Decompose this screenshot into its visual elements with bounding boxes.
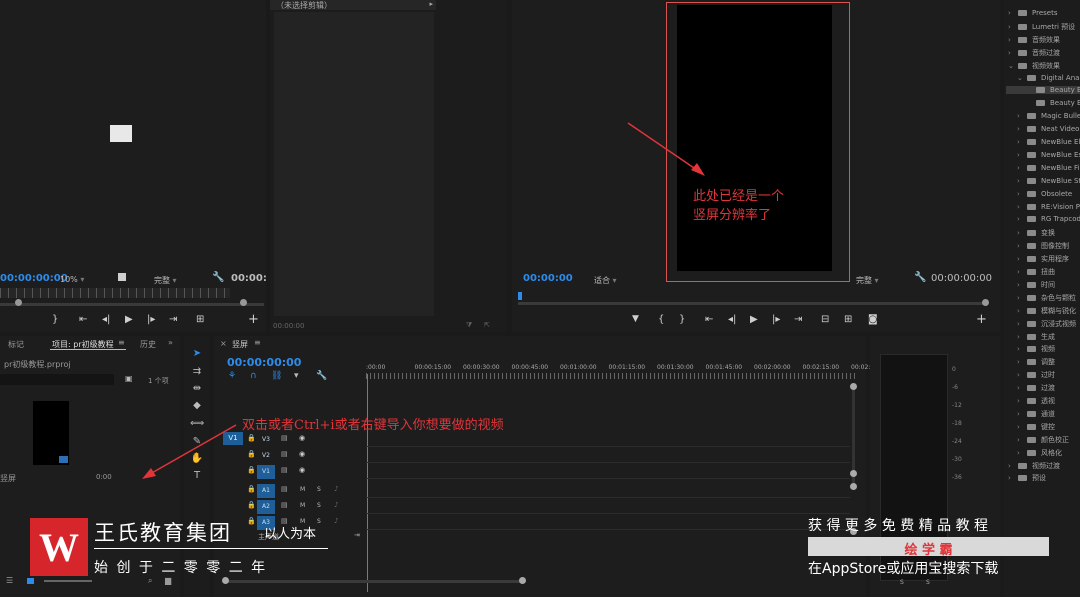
import-note: 双击或者Ctrl+i或者右键导入你想要做的视频 (242, 418, 504, 433)
watermark-divider (94, 548, 328, 549)
vertical-note-line2: 竖屏分辨率了 (693, 208, 772, 223)
arrow-line-project (149, 424, 237, 475)
vertical-note-line1: 此处已经是一个 (693, 189, 785, 204)
logo-letter: W (39, 525, 79, 570)
promo-brand: 绘 学 霸 (904, 543, 953, 558)
company-founded: 始 创 于 二 零 零 二 年 (94, 560, 268, 576)
company-slogan: 以人为本 (264, 527, 317, 542)
arrow-head-program (691, 163, 705, 176)
promo-line1: 获 得 更 多 免 费 精 品 教 程 (808, 518, 989, 534)
vertical-note: 此处已经是一个 竖屏分辨率了 (693, 187, 784, 225)
promo-brand-bar: 绘 学 霸 (808, 537, 1049, 558)
arrow-line-program (627, 122, 698, 171)
company-name: 王氏教育集团 (94, 521, 232, 545)
company-logo: W (30, 518, 88, 576)
arrow-head-project (142, 468, 156, 479)
annotation-arrows (142, 122, 705, 479)
promo-line3: 在AppStore或应用宝搜索下载 (808, 561, 999, 577)
